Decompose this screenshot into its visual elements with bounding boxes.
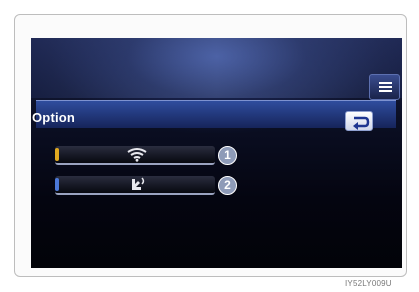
title-bar [36,100,396,128]
figure-caption: IY52LY009U [345,279,392,288]
option-item-gesture[interactable] [55,176,215,195]
return-arrow-icon [353,116,370,130]
screen-header-glow [31,38,402,98]
wifi-icon [127,148,147,162]
gesture-icon [132,177,145,190]
menu-button[interactable] [369,74,400,100]
option-indicator [55,148,59,161]
option-indicator [55,178,59,191]
callout-2: 2 [218,176,237,195]
option-item-wifi[interactable] [55,146,215,165]
page-title: Option [32,110,76,125]
callout-1: 1 [218,146,237,165]
back-button[interactable] [345,111,373,131]
list-menu-icon [379,82,392,84]
